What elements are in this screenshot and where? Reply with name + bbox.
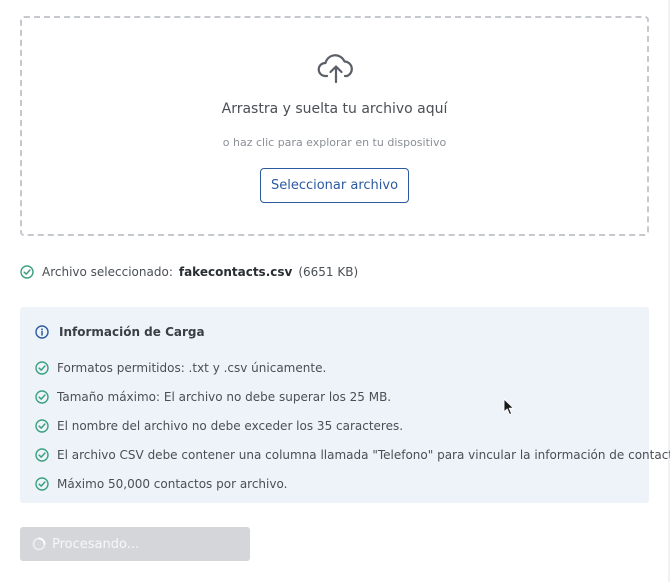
selected-file-size: (6651 KB): [298, 265, 359, 279]
spinner-icon: [32, 537, 46, 551]
requirement-text: El nombre del archivo no debe exceder lo…: [57, 418, 404, 433]
process-button[interactable]: Procesando...: [20, 527, 250, 561]
requirement-text: El archivo CSV debe contener una columna…: [57, 448, 670, 463]
upload-info-panel: Información de Carga Formatos permitidos…: [20, 307, 670, 503]
list-item: Máximo 50,000 contactos por archivo.: [35, 470, 670, 499]
selected-file-name: fakecontacts.csv: [178, 265, 293, 279]
list-item: El nombre del archivo no debe exceder lo…: [35, 411, 670, 440]
process-button-label: Procesando...: [52, 536, 140, 552]
selected-file-label: Archivo seleccionado:: [42, 265, 173, 279]
check-circle-icon: [35, 477, 49, 492]
file-dropzone[interactable]: Arrastra y suelta tu archivo aquí o haz …: [20, 16, 649, 236]
check-circle-icon: [35, 448, 49, 462]
mouse-pointer-icon: [503, 398, 514, 415]
check-circle-icon: [35, 360, 49, 375]
select-file-button[interactable]: Seleccionar archivo: [260, 168, 409, 203]
dropzone-title: Arrastra y suelta tu archivo aquí: [221, 101, 448, 117]
selected-file-status: Archivo seleccionado: fakecontacts.csv (…: [20, 265, 358, 279]
dropzone-subtitle: o haz clic para explorar en tu dispositi…: [222, 136, 447, 149]
upload-card: Arrastra y suelta tu archivo aquí o haz …: [0, 0, 670, 582]
check-circle-icon: [35, 419, 49, 433]
requirement-text: Tamaño máximo: El archivo no debe supera…: [57, 389, 392, 404]
info-panel-title: Información de Carga: [59, 325, 205, 339]
requirement-text: Máximo 50,000 contactos por archivo.: [57, 477, 288, 492]
info-panel-header: Información de Carga: [35, 325, 205, 339]
list-item: Tamaño máximo: El archivo no debe supera…: [35, 382, 670, 411]
check-circle-icon: [35, 390, 49, 404]
list-item: El archivo CSV debe contener una columna…: [35, 441, 670, 470]
requirements-list: Formatos permitidos: .txt y .csv únicame…: [35, 353, 670, 499]
requirement-text: Formatos permitidos: .txt y .csv únicame…: [57, 360, 327, 375]
check-circle-icon: [20, 265, 34, 279]
list-item: Formatos permitidos: .txt y .csv únicame…: [35, 353, 670, 382]
info-circle-icon: [35, 325, 49, 339]
cloud-upload-icon: [317, 54, 353, 84]
